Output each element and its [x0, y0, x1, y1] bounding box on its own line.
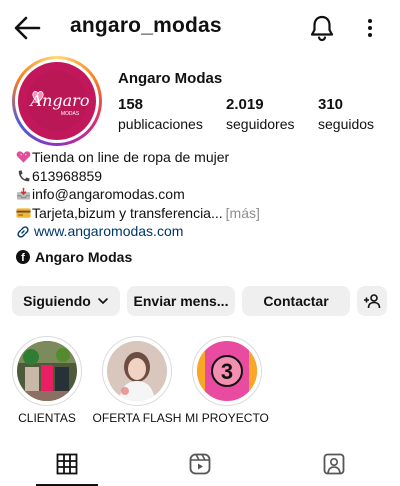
story-ring: Angaro MODAS [12, 56, 102, 146]
highlight-label: CLIENTAS [18, 411, 76, 425]
tagged-icon [323, 453, 344, 475]
heart-emoji-icon [16, 151, 31, 163]
svg-text:MODAS: MODAS [61, 111, 80, 117]
stat-followers-label: seguidores [226, 116, 295, 132]
contact-button[interactable]: Contactar [242, 286, 350, 316]
bio: Tienda on line de ropa de mujer 61396885… [16, 148, 386, 241]
stat-posts[interactable]: 158 publicaciones [118, 96, 203, 132]
stat-following[interactable]: 310 seguidos [318, 96, 374, 132]
top-bar: angaro_modas [0, 0, 400, 56]
bio-line: Tienda on line de ropa de mujer [16, 148, 386, 167]
stat-following-label: seguidos [318, 116, 375, 132]
highlight-mi-proyecto[interactable]: 3 MI PROYECTO [185, 336, 269, 425]
inbox-emoji-icon [16, 188, 31, 201]
bio-line: www.angaromodas.com [16, 222, 386, 241]
link-icon [17, 226, 29, 238]
highlight-label: MI PROYECTO [185, 411, 269, 425]
brand-logo: Angaro MODAS [18, 62, 96, 140]
website-link[interactable]: www.angaromodas.com [34, 222, 183, 241]
facebook-link[interactable]: f Angaro Modas [16, 249, 132, 265]
contact-button-label: Contactar [263, 293, 329, 309]
chevron-down-icon [98, 298, 108, 304]
tab-reels[interactable] [133, 442, 266, 486]
credit-card-emoji-icon [16, 208, 31, 218]
highlight-cover-image: 3 [197, 341, 257, 401]
highlight-cover-image [107, 341, 167, 401]
message-button[interactable]: Enviar mens... [127, 286, 235, 316]
stat-followers-value: 2.019 [226, 96, 264, 113]
svg-text:Angaro: Angaro [29, 91, 90, 110]
facebook-icon: f [16, 250, 30, 264]
more-vertical-icon [368, 19, 372, 37]
following-button-label: Siguiendo [23, 293, 91, 309]
avatar[interactable]: Angaro MODAS [18, 62, 96, 140]
tab-tagged[interactable] [267, 442, 400, 486]
bio-payment: Tarjeta,bizum y transferencia... [32, 204, 223, 221]
bio-email[interactable]: info@angaromodas.com [32, 185, 185, 204]
bio-phone[interactable]: 613968859 [32, 167, 102, 186]
active-tab-indicator [36, 484, 98, 486]
bio-line: 613968859 [16, 167, 386, 186]
more-options-button[interactable] [360, 14, 380, 42]
stat-posts-value: 158 [118, 96, 144, 113]
following-button[interactable]: Siguiendo [12, 286, 120, 316]
profile-tabs [0, 442, 400, 486]
stat-followers[interactable]: 2.019 seguidores [226, 96, 295, 132]
profile-username: angaro_modas [70, 14, 222, 37]
bell-icon [310, 15, 334, 42]
grid-icon [56, 453, 77, 475]
highlight-clientas[interactable]: CLIENTAS [12, 336, 82, 425]
highlight-label: OFERTA FLASH [92, 411, 182, 425]
bio-line: Tarjeta,bizum y transferencia... [más] [16, 204, 386, 223]
bio-description: Tienda on line de ropa de mujer [32, 149, 230, 165]
stat-following-value: 310 [318, 96, 344, 113]
telephone-emoji-icon [18, 170, 30, 182]
reels-icon [189, 453, 210, 475]
stat-posts-label: publicaciones [118, 116, 203, 132]
tab-posts-grid[interactable] [0, 442, 133, 486]
bio-line: info@angaromodas.com [16, 185, 386, 204]
arrow-left-icon [14, 16, 41, 40]
bio-more-link[interactable]: [más] [226, 204, 260, 223]
message-button-label: Enviar mens... [133, 293, 229, 309]
svg-text:3: 3 [221, 359, 233, 384]
highlight-oferta-flash[interactable]: OFERTA FLASH [93, 336, 181, 425]
highlight-cover-image [17, 341, 77, 401]
back-button[interactable] [12, 14, 42, 42]
display-name: Angaro Modas [118, 70, 223, 87]
add-person-icon [364, 294, 381, 309]
facebook-page-name: Angaro Modas [35, 249, 133, 265]
suggest-accounts-button[interactable] [357, 286, 387, 316]
notifications-button[interactable] [309, 14, 335, 42]
